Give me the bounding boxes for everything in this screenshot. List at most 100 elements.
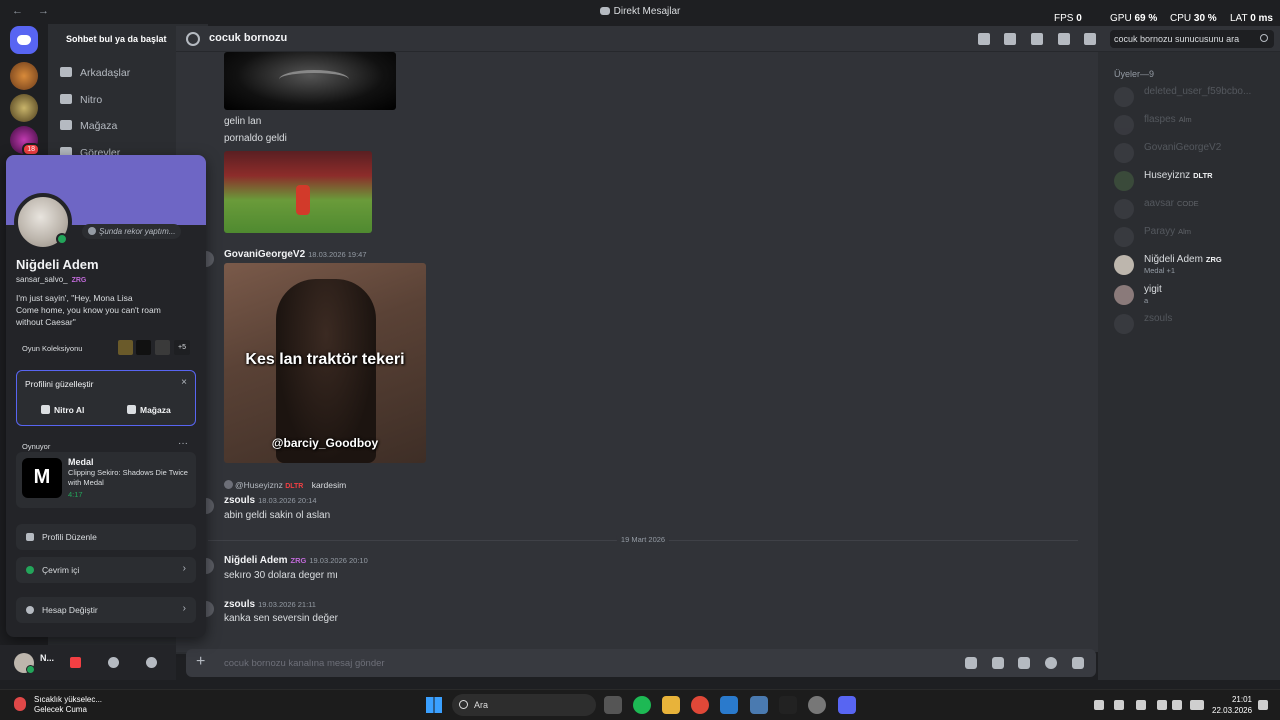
message-composer[interactable]: + cocuk bornozu kanalına mesaj gönder xyxy=(186,649,1096,677)
game-thumbnail[interactable] xyxy=(136,340,151,355)
server-icon[interactable] xyxy=(10,94,38,122)
more-games-button[interactable]: +5 xyxy=(174,340,190,355)
search-input[interactable]: cocuk bornozu sunucusunu ara xyxy=(1110,30,1274,48)
discord-icon[interactable] xyxy=(838,696,856,714)
server-icon[interactable] xyxy=(10,62,38,90)
fps-readout: FPS 0 xyxy=(1054,13,1082,24)
online-status-icon xyxy=(26,566,34,574)
member-item[interactable]: deleted_user_f59bcbo... xyxy=(1114,86,1274,108)
nav-friends[interactable]: Arkadaşlar xyxy=(60,64,130,82)
message-text: pornaldo geldi xyxy=(224,133,287,144)
steam-icon[interactable] xyxy=(750,696,768,714)
cpu-readout: CPU 30 % xyxy=(1170,13,1217,24)
chevron-up-icon[interactable] xyxy=(1094,700,1104,710)
close-button[interactable]: × xyxy=(181,377,187,388)
profile-popout: Şunda rekor yaptım... Niğdeli Adem sansa… xyxy=(6,155,206,637)
member-item[interactable]: yigit a xyxy=(1114,284,1274,306)
taskbar-search[interactable]: Ara xyxy=(452,694,596,716)
clock[interactable]: 21:01 22.03.2026 xyxy=(1212,694,1252,716)
volume-icon[interactable] xyxy=(1172,700,1182,710)
member-item[interactable]: GovaniGeorgeV2 xyxy=(1114,142,1274,164)
status-icon xyxy=(88,227,96,235)
apps-icon[interactable] xyxy=(1072,657,1084,669)
activity-time: 4:17 xyxy=(68,490,83,499)
member-item[interactable]: flaspes Alm xyxy=(1114,114,1274,136)
start-button[interactable] xyxy=(426,697,442,713)
game-thumbnail[interactable] xyxy=(118,340,133,355)
member-list-icon[interactable] xyxy=(1084,33,1096,45)
find-conversation-button[interactable]: Sohbet bul ya da başlat xyxy=(56,31,180,47)
message-input[interactable]: cocuk bornozu kanalına mesaj gönder xyxy=(224,658,385,669)
avatar xyxy=(1114,199,1134,219)
switch-account-button[interactable]: Hesap Değiştir › xyxy=(16,597,196,623)
member-item[interactable]: Niğdeli Adem ZRG Medal +1 xyxy=(1114,254,1274,276)
user-name[interactable]: N... xyxy=(40,653,54,663)
file-explorer-icon[interactable] xyxy=(662,696,680,714)
member-count: Üyeler—9 xyxy=(1114,69,1155,79)
gif-icon[interactable] xyxy=(992,657,1004,669)
medal-icon[interactable] xyxy=(779,696,797,714)
weather-icon[interactable] xyxy=(14,697,26,711)
member-item[interactable]: Parayy Alm xyxy=(1114,226,1274,248)
group-dm-icon xyxy=(186,32,200,46)
message-author[interactable]: GovaniGeorgeV2 18.03.2026 19:47 xyxy=(224,249,367,260)
video-call-icon[interactable] xyxy=(1004,33,1016,45)
custom-status[interactable]: Şunda rekor yaptım... xyxy=(82,224,182,239)
gpu-readout: GPU 69 % xyxy=(1110,13,1158,24)
avatar xyxy=(1114,115,1134,135)
message-author[interactable]: zsouls 19.03.2026 21:11 xyxy=(224,599,316,610)
message-list: gelin lan pornaldo geldi GovaniGeorgeV2 1… xyxy=(176,52,1098,652)
member-item[interactable]: Huseyiznz DLTR xyxy=(1114,170,1274,192)
user-avatar[interactable] xyxy=(14,653,35,674)
gift-icon[interactable] xyxy=(965,657,977,669)
shop-button[interactable]: Mağaza xyxy=(127,400,171,420)
cloud-icon[interactable] xyxy=(1114,700,1124,710)
activity-card[interactable]: Medal Clipping Sekiro: Shadows Die Twice… xyxy=(16,452,196,508)
message-author[interactable]: zsouls 18.03.2026 20:14 xyxy=(224,495,317,506)
account-icon xyxy=(26,606,34,614)
notification-icon[interactable] xyxy=(1258,700,1268,710)
get-nitro-button[interactable]: Nitro Al xyxy=(41,400,84,420)
nav-shop[interactable]: Mağaza xyxy=(60,117,117,135)
headphones-icon[interactable] xyxy=(108,657,119,668)
profile-avatar[interactable] xyxy=(14,193,72,251)
activity-more-button[interactable]: ··· xyxy=(178,438,188,449)
gear-icon[interactable] xyxy=(146,657,157,668)
vscode-icon[interactable] xyxy=(720,696,738,714)
window-title: Direkt Mesajlar xyxy=(0,6,1280,17)
message-author[interactable]: Niğdeli Adem ZRG 19.03.2026 20:10 xyxy=(224,555,368,566)
battery-icon[interactable] xyxy=(1190,700,1204,710)
game-thumbnail[interactable] xyxy=(155,340,170,355)
direct-messages-button[interactable] xyxy=(10,26,38,54)
mic-icon[interactable] xyxy=(1136,700,1146,710)
message-image[interactable] xyxy=(224,151,372,233)
lat-readout: LAT 0 ms xyxy=(1230,13,1273,24)
shop-icon xyxy=(127,405,136,414)
avatar xyxy=(224,480,233,489)
reply-preview[interactable]: @Huseyiznz DLTR kardesim xyxy=(224,480,346,490)
avatar xyxy=(1114,314,1134,334)
app-icon[interactable] xyxy=(808,696,826,714)
weather-widget[interactable]: Sıcaklık yükselec... Gelecek Cuma xyxy=(34,695,102,715)
task-view-icon[interactable] xyxy=(604,696,622,714)
server-icon[interactable]: 18 xyxy=(10,126,40,156)
game-collection-label: Oyun Koleksiyonu xyxy=(22,344,83,353)
member-item[interactable]: aavsar CODE xyxy=(1114,198,1274,220)
voice-call-icon[interactable] xyxy=(978,33,990,45)
chrome-icon[interactable] xyxy=(691,696,709,714)
emoji-icon[interactable] xyxy=(1045,657,1057,669)
pin-icon[interactable] xyxy=(1031,33,1043,45)
message-image[interactable]: Kes lan traktör tekeri @barciy_Goodboy xyxy=(224,263,426,463)
mic-muted-icon[interactable] xyxy=(70,657,81,668)
status-menu-button[interactable]: Çevrim içi › xyxy=(16,557,196,583)
wifi-icon[interactable] xyxy=(1157,700,1167,710)
spotify-icon[interactable] xyxy=(633,696,651,714)
message-image[interactable] xyxy=(224,52,396,110)
sticker-icon[interactable] xyxy=(1018,657,1030,669)
avatar xyxy=(1114,255,1134,275)
nav-nitro[interactable]: Nitro xyxy=(60,91,102,109)
edit-profile-button[interactable]: Profili Düzenle xyxy=(16,524,196,550)
add-member-icon[interactable] xyxy=(1058,33,1070,45)
attach-button[interactable]: + xyxy=(196,653,205,671)
member-item[interactable]: zsouls xyxy=(1114,313,1274,335)
